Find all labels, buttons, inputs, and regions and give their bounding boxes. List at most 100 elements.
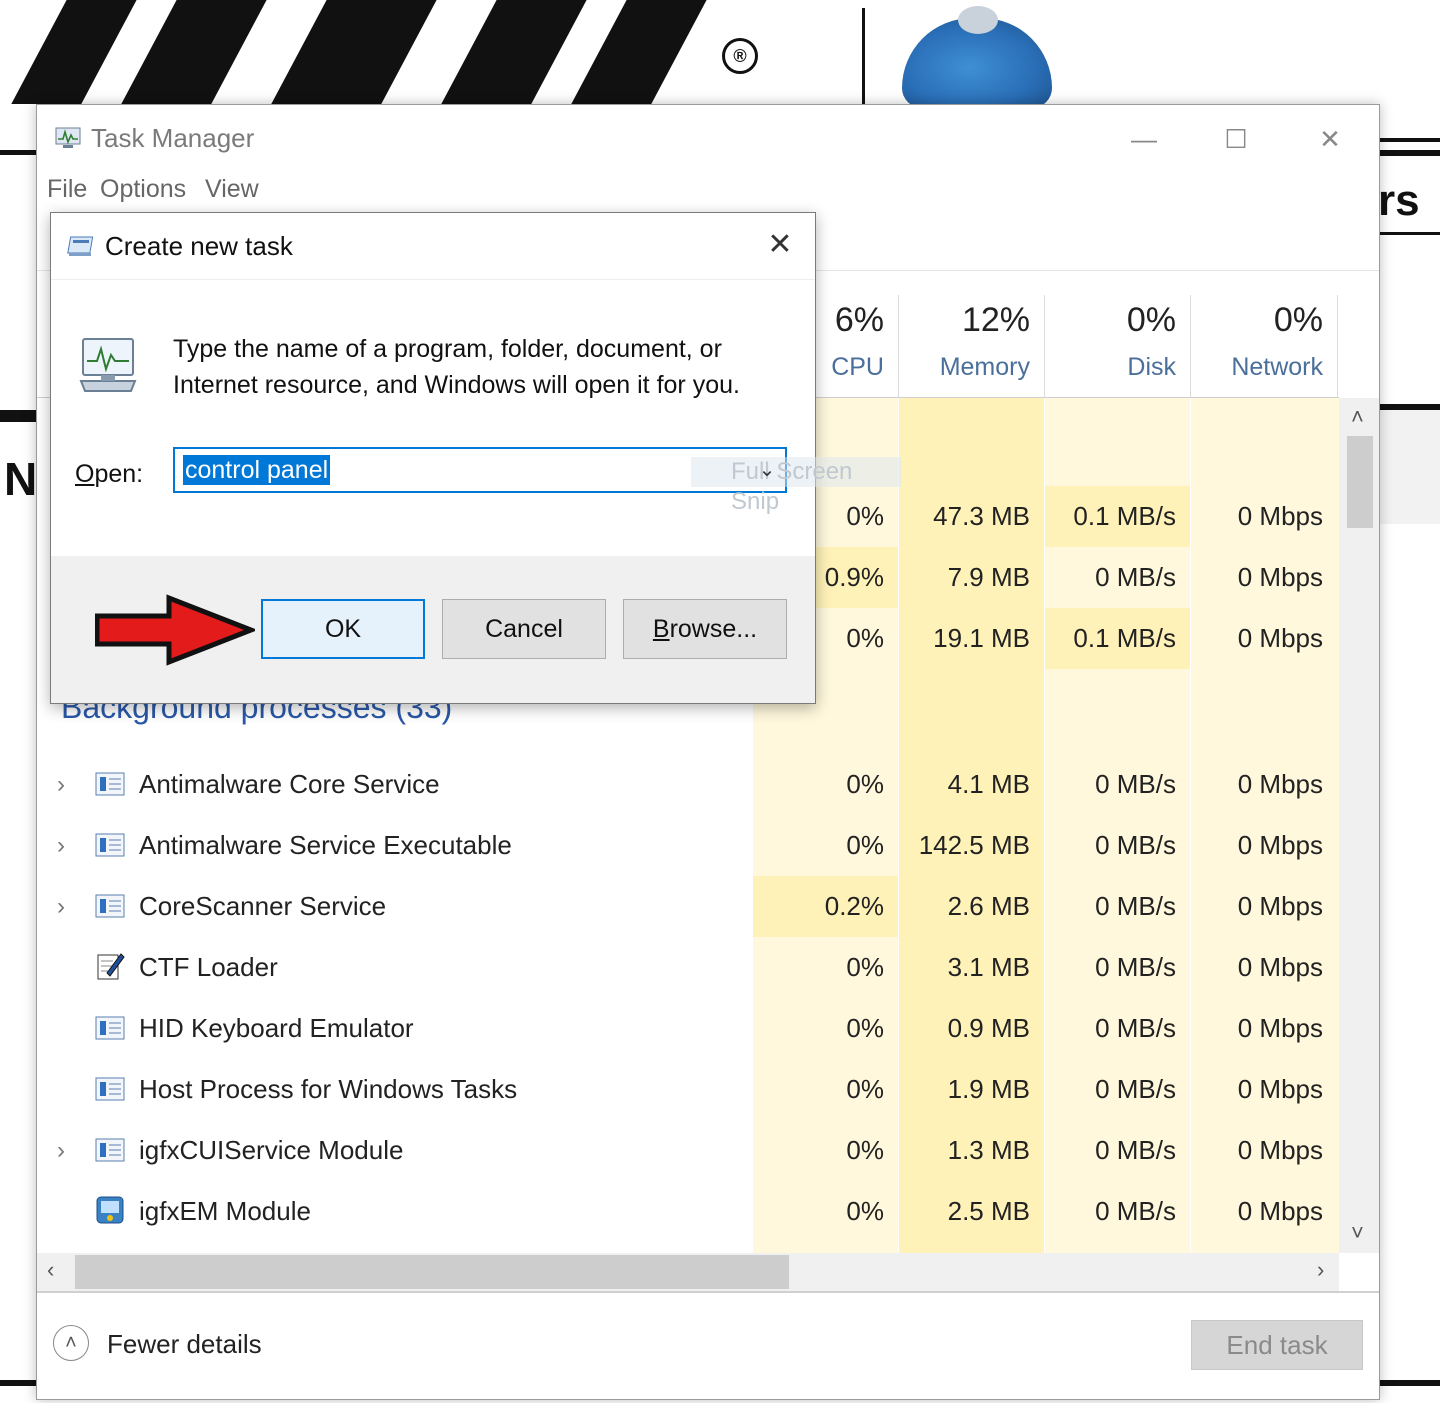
menu-file[interactable]: File: [47, 175, 87, 204]
process-name: igfxCUIService Module: [139, 1135, 404, 1165]
table-row[interactable]: › Antimalware Service Executable 0% 142.…: [37, 815, 1339, 876]
chevron-right-icon[interactable]: ›: [57, 754, 65, 815]
memory-cell: 7.9 MB: [947, 562, 1030, 592]
open-combobox[interactable]: control panel Full Screen Snip ⌄: [173, 447, 901, 515]
snip-overlay-text: Full Screen Snip: [691, 457, 901, 515]
cpu-cell: 0%: [846, 1074, 884, 1104]
disk-cell: 0 MB/s: [1095, 1074, 1176, 1104]
network-cell: 0 Mbps: [1237, 1074, 1323, 1104]
browse-label-rest: rowse...: [669, 615, 758, 643]
title-bar[interactable]: Task Manager — ☐ ✕: [37, 105, 1379, 171]
table-row[interactable]: HID Keyboard Emulator 0% 0.9 MB 0 MB/s 0…: [37, 998, 1339, 1059]
cpu-cell: 0%: [846, 1013, 884, 1043]
service-icon: [95, 1138, 125, 1162]
column-header-network[interactable]: 0% Network: [1191, 295, 1338, 397]
open-label: Open:: [75, 460, 143, 489]
end-task-button[interactable]: End task: [1191, 1320, 1363, 1370]
browse-button[interactable]: Browse...: [623, 599, 787, 659]
process-name: HID Keyboard Emulator: [139, 1013, 414, 1043]
process-name: CTF Loader: [139, 952, 278, 982]
dialog-description: Type the name of a program, folder, docu…: [173, 335, 740, 399]
memory-cell: 4.1 MB: [947, 769, 1030, 799]
disk-cell: 0 MB/s: [1095, 562, 1176, 592]
divider: [1378, 1380, 1440, 1386]
network-label: Network: [1231, 353, 1323, 381]
divider: [1378, 150, 1440, 156]
table-row[interactable]: CTF Loader 0% 3.1 MB 0 MB/s 0 Mbps: [37, 937, 1339, 998]
menu-view[interactable]: View: [205, 175, 259, 204]
cpu-cell: 0.2%: [753, 876, 898, 937]
memory-cell: 3.1 MB: [947, 952, 1030, 982]
minimize-icon[interactable]: —: [1121, 119, 1167, 159]
maximize-icon[interactable]: ☐: [1213, 119, 1259, 159]
service-icon: [95, 772, 125, 796]
disk-percent: 0%: [1126, 301, 1176, 339]
disk-cell: 0 MB/s: [1095, 830, 1176, 860]
task-manager-icon: [55, 127, 81, 148]
table-row[interactable]: › Antimalware Core Service 0% 4.1 MB 0 M…: [37, 754, 1339, 815]
service-icon: [95, 1077, 125, 1101]
disk-cell: 0.1 MB/s: [1045, 608, 1190, 669]
table-row[interactable]: igfxEM Module 0% 2.5 MB 0 MB/s 0 Mbps: [37, 1181, 1339, 1242]
memory-cell: 2.5 MB: [947, 1196, 1030, 1226]
table-row[interactable]: › igfxCUIService Module 0% 1.3 MB 0 MB/s…: [37, 1120, 1339, 1181]
chevron-right-icon[interactable]: ›: [57, 815, 65, 876]
scroll-left-icon[interactable]: ‹: [47, 1257, 54, 1283]
column-header-memory[interactable]: 12% Memory: [899, 295, 1045, 397]
scroll-right-icon[interactable]: ›: [1317, 1257, 1324, 1283]
memory-cell: 47.3 MB: [933, 501, 1030, 531]
service-icon: [95, 894, 125, 918]
fewer-details-link[interactable]: Fewer details: [107, 1329, 262, 1360]
process-name: Antimalware Core Service: [139, 769, 440, 799]
red-arrow-icon: [95, 594, 255, 666]
open-label-accesskey: O: [75, 460, 95, 488]
network-cell: 0 Mbps: [1237, 952, 1323, 982]
chevron-right-icon[interactable]: ›: [57, 1120, 65, 1181]
vertical-scrollbar[interactable]: ˄ ˅: [1339, 398, 1379, 1253]
chevron-down-icon[interactable]: ⌄: [755, 455, 779, 485]
scroll-down-icon[interactable]: ˅: [1351, 1220, 1364, 1246]
network-cell: 0 Mbps: [1237, 891, 1323, 921]
cpu-percent: 6%: [834, 301, 884, 339]
open-input-value[interactable]: control panel: [183, 455, 331, 485]
footer-divider: [37, 1291, 1379, 1293]
dialog-button-area: OK Cancel Browse...: [51, 556, 815, 703]
divider: [0, 150, 40, 155]
disk-cell: 0 MB/s: [1095, 1013, 1176, 1043]
table-row[interactable]: Host Process for Windows Tasks 0% 1.9 MB…: [37, 1059, 1339, 1120]
close-icon[interactable]: ✕: [757, 225, 803, 265]
cancel-button[interactable]: Cancel: [442, 599, 606, 659]
close-icon[interactable]: ✕: [1307, 119, 1353, 159]
table-row[interactable]: › CoreScanner Service 0.2% 2.6 MB 0 MB/s…: [37, 876, 1339, 937]
service-icon: [95, 1016, 125, 1040]
ok-button[interactable]: OK: [261, 599, 425, 659]
registered-mark: ®: [722, 38, 758, 74]
scroll-up-icon[interactable]: ˄: [1351, 404, 1364, 430]
window-title: Task Manager: [91, 123, 255, 153]
cpu-cell: 0%: [846, 1135, 884, 1165]
vertical-scroll-thumb[interactable]: [1347, 436, 1373, 528]
divider: [1378, 138, 1440, 142]
column-header-disk[interactable]: 0% Disk: [1045, 295, 1191, 397]
browse-accesskey: B: [652, 615, 670, 643]
divider: [0, 1380, 40, 1386]
graphics-module-icon: [96, 1196, 124, 1224]
open-label-rest: pen:: [94, 460, 144, 488]
menu-options[interactable]: Options: [100, 175, 186, 204]
background-panel: [1378, 410, 1440, 524]
disk-cell: 0 MB/s: [1095, 1135, 1176, 1165]
chevron-right-icon[interactable]: ›: [57, 876, 65, 937]
network-cell: 0 Mbps: [1237, 769, 1323, 799]
horizontal-scroll-thumb[interactable]: [75, 1255, 789, 1289]
network-cell: 0 Mbps: [1237, 562, 1323, 592]
chevron-up-circle-icon[interactable]: ˄: [53, 1325, 89, 1361]
divider: [862, 8, 865, 104]
cpu-cell: 0%: [846, 769, 884, 799]
horizontal-scrollbar[interactable]: ‹ ›: [37, 1253, 1339, 1291]
dialog-title-bar[interactable]: Create new task ✕: [51, 213, 815, 280]
divider: [0, 410, 40, 422]
dialog-title: Create new task: [105, 231, 293, 261]
background-process-list: › Antimalware Core Service 0% 4.1 MB 0 M…: [37, 754, 1339, 1253]
memory-cell: 2.6 MB: [947, 891, 1030, 921]
network-cell: 0 Mbps: [1237, 1013, 1323, 1043]
